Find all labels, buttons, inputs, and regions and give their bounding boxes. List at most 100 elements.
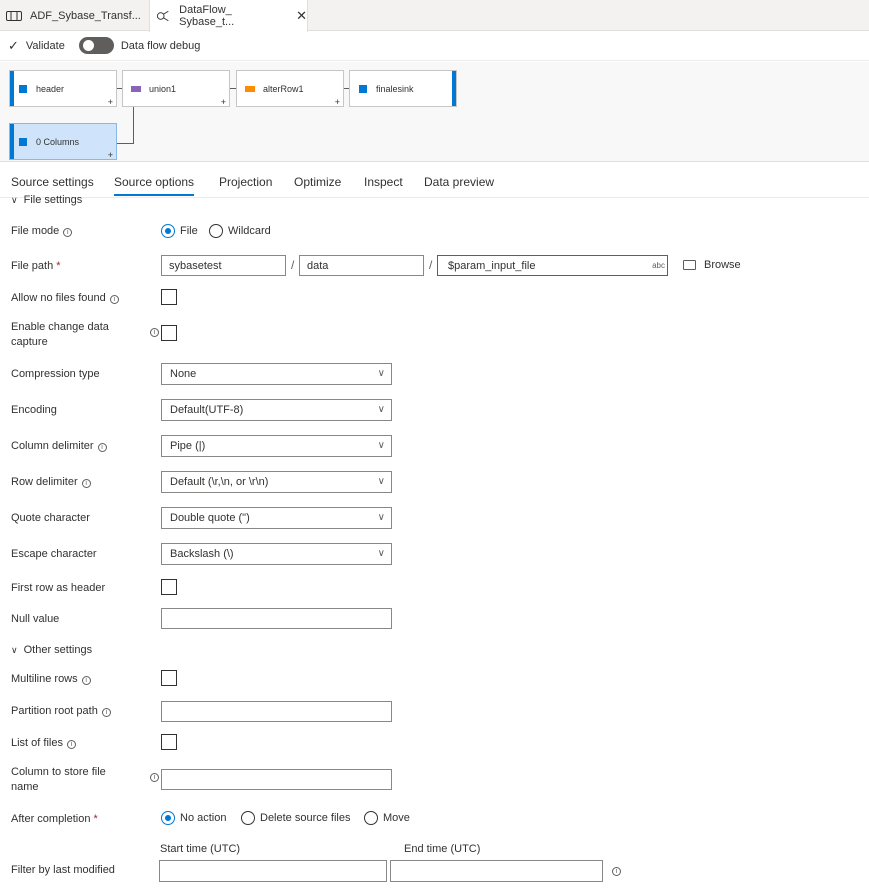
info-icon[interactable]: i bbox=[612, 867, 621, 876]
null-value-label: Null value bbox=[11, 613, 60, 625]
chevron-down-icon: ∨ bbox=[11, 195, 18, 205]
add-transform-button[interactable]: + bbox=[221, 97, 226, 107]
node-0-columns[interactable]: 0 Columns + bbox=[9, 123, 117, 160]
tab-source-options[interactable]: Source options bbox=[114, 175, 195, 196]
node-header[interactable]: header + bbox=[9, 70, 117, 107]
chevron-down-icon: ∨ bbox=[377, 404, 385, 415]
validate-button[interactable]: Validate bbox=[26, 40, 65, 52]
null-value-input[interactable] bbox=[161, 608, 392, 629]
tab-dataflow[interactable]: DataFlow_ Sybase_t... ✕ bbox=[149, 0, 308, 32]
column-delimiter-label: Column delimiter i bbox=[11, 439, 107, 454]
first-row-header-checkbox[interactable] bbox=[161, 579, 177, 595]
select-value: Default(UTF-8) bbox=[170, 404, 244, 416]
list-of-files-checkbox[interactable] bbox=[161, 734, 177, 750]
quote-character-select[interactable]: Double quote (") ∨ bbox=[161, 507, 392, 529]
info-icon[interactable]: i bbox=[150, 328, 159, 337]
file-name-input[interactable]: $param_input_file abc bbox=[437, 255, 668, 276]
browse-label: Browse bbox=[704, 259, 741, 271]
add-transform-button[interactable]: + bbox=[108, 150, 113, 160]
first-row-header-label: First row as header bbox=[11, 582, 106, 594]
node-union1[interactable]: union1 + bbox=[122, 70, 230, 107]
allow-no-files-label: Allow no files found i bbox=[11, 291, 119, 306]
encoding-select[interactable]: Default(UTF-8) ∨ bbox=[161, 399, 392, 421]
start-time-input[interactable] bbox=[159, 860, 387, 882]
end-time-input[interactable] bbox=[390, 860, 603, 882]
info-icon[interactable]: i bbox=[66, 740, 76, 749]
file-mode-wildcard-radio[interactable]: Wildcard bbox=[209, 224, 271, 238]
label-text: After completion bbox=[11, 813, 91, 825]
column-store-file-name-input[interactable] bbox=[161, 769, 392, 790]
add-transform-button[interactable]: + bbox=[335, 97, 340, 107]
after-completion-label: After completion * bbox=[11, 813, 98, 825]
after-completion-move-radio[interactable]: Move bbox=[364, 811, 410, 825]
label-text: File path bbox=[11, 260, 54, 272]
input-value: $param_input_file bbox=[448, 259, 536, 272]
tab-inspect[interactable]: Inspect bbox=[364, 175, 403, 189]
select-value: Pipe (|) bbox=[170, 440, 206, 452]
compression-select[interactable]: None ∨ bbox=[161, 363, 392, 385]
tab-projection[interactable]: Projection bbox=[219, 175, 272, 189]
container-input[interactable]: sybasetest bbox=[161, 255, 286, 276]
label-text: Multiline rows bbox=[11, 673, 78, 685]
section-label: Other settings bbox=[23, 644, 93, 656]
tab-optimize[interactable]: Optimize bbox=[294, 175, 341, 189]
file-settings-section[interactable]: ∨ File settings bbox=[11, 194, 82, 206]
tab-pipeline[interactable]: ADF_Sybase_Transf... bbox=[0, 0, 149, 31]
other-settings-section[interactable]: ∨ Other settings bbox=[11, 644, 92, 656]
tab-data-preview[interactable]: Data preview bbox=[424, 175, 494, 189]
source-icon bbox=[19, 84, 27, 93]
list-of-files-label: List of files i bbox=[11, 736, 76, 751]
source-options-form: ∨ File settings File mode i File Wildcard … bbox=[0, 194, 869, 891]
info-icon[interactable]: i bbox=[101, 708, 111, 717]
escape-character-label: Escape character bbox=[11, 548, 97, 560]
connector bbox=[133, 102, 134, 144]
info-icon[interactable]: i bbox=[109, 295, 119, 304]
info-icon[interactable]: i bbox=[63, 228, 73, 237]
label-text: Column delimiter bbox=[11, 440, 94, 452]
select-value: Backslash (\) bbox=[170, 548, 234, 560]
folder-icon bbox=[683, 260, 696, 270]
info-icon[interactable]: i bbox=[81, 676, 91, 685]
path-separator: / bbox=[291, 258, 295, 272]
debug-toggle[interactable] bbox=[78, 37, 114, 54]
multiline-rows-checkbox[interactable] bbox=[161, 670, 177, 686]
partition-root-path-input[interactable] bbox=[161, 701, 392, 722]
radio-label: Wildcard bbox=[228, 225, 271, 237]
escape-character-select[interactable]: Backslash (\) ∨ bbox=[161, 543, 392, 565]
toolbar: ✓ Validate Data flow debug bbox=[0, 31, 869, 61]
add-transform-button[interactable]: + bbox=[108, 97, 113, 107]
enable-cdc-checkbox[interactable] bbox=[161, 325, 177, 341]
alter-row-icon bbox=[245, 85, 255, 92]
row-delimiter-label: Row delimiter i bbox=[11, 475, 91, 490]
dataflow-canvas[interactable]: header + union1 + alterRow1 + finalesink… bbox=[0, 62, 869, 162]
radio-label: Delete source files bbox=[260, 812, 351, 824]
node-alterrow1[interactable]: alterRow1 + bbox=[236, 70, 344, 107]
row-delimiter-select[interactable]: Default (\r,\n, or \r\n) ∨ bbox=[161, 471, 392, 493]
info-icon[interactable]: i bbox=[150, 773, 159, 782]
node-label: alterRow1 bbox=[263, 83, 304, 94]
document-tab-bar: ADF_Sybase_Transf... DataFlow_ Sybase_t.… bbox=[0, 0, 869, 32]
browse-button[interactable]: Browse bbox=[683, 259, 741, 271]
label-text: Allow no files found bbox=[11, 292, 106, 304]
info-icon[interactable]: i bbox=[81, 479, 91, 488]
path-separator: / bbox=[429, 258, 433, 272]
node-label: 0 Columns bbox=[36, 136, 80, 147]
node-finalesink[interactable]: finalesink bbox=[349, 70, 457, 107]
chevron-down-icon: ∨ bbox=[377, 368, 385, 379]
file-mode-file-radio[interactable]: File bbox=[161, 224, 198, 238]
directory-input[interactable]: data bbox=[299, 255, 424, 276]
dynamic-content-icon[interactable]: abc bbox=[652, 261, 665, 270]
tab-source-settings[interactable]: Source settings bbox=[11, 175, 94, 189]
enable-cdc-label: Enable change data capture bbox=[11, 321, 109, 348]
checkmark-icon[interactable]: ✓ bbox=[8, 38, 19, 54]
after-completion-no-action-radio[interactable]: No action bbox=[161, 811, 226, 825]
column-store-file-name-label: Column to store file name bbox=[11, 766, 106, 793]
section-label: File settings bbox=[23, 194, 83, 206]
allow-no-files-checkbox[interactable] bbox=[161, 289, 177, 305]
after-completion-delete-radio[interactable]: Delete source files bbox=[241, 811, 351, 825]
column-delimiter-select[interactable]: Pipe (|) ∨ bbox=[161, 435, 392, 457]
info-icon[interactable]: i bbox=[97, 443, 107, 452]
close-icon[interactable]: ✕ bbox=[296, 8, 307, 24]
filter-last-modified-label: Filter by last modified bbox=[11, 864, 115, 876]
node-label: finalesink bbox=[376, 83, 414, 94]
